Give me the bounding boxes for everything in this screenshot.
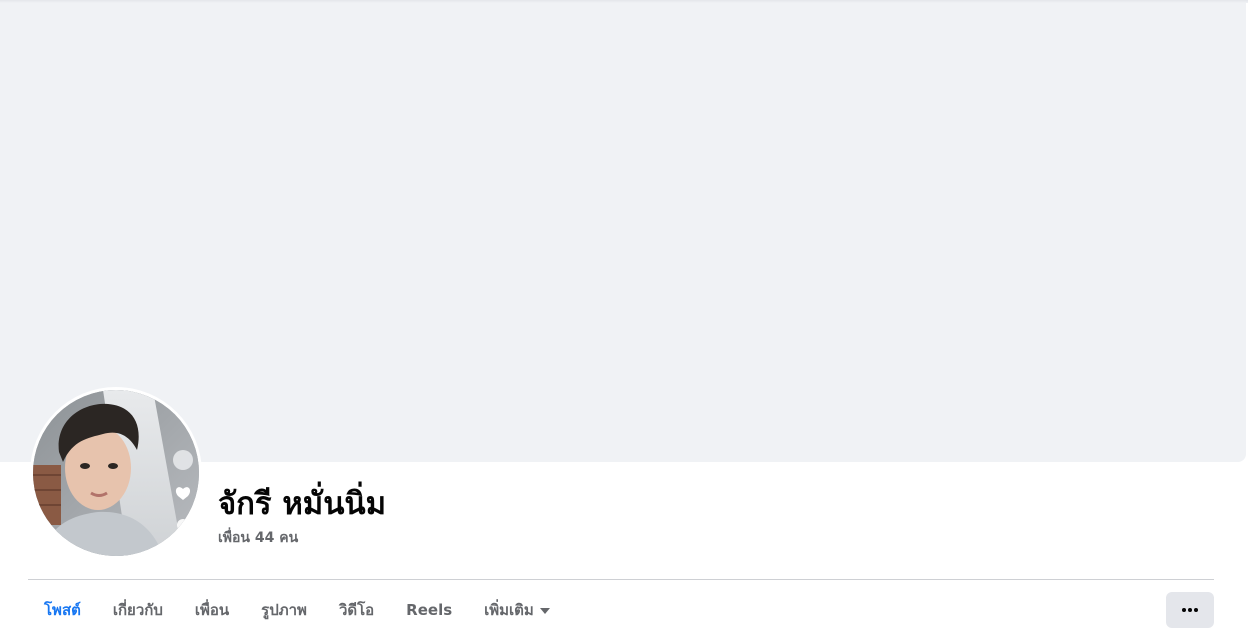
tab-label: รูปภาพ [261,601,307,619]
tab-label: โพสต์ [44,601,81,619]
avatar[interactable] [33,390,199,556]
tab-friends[interactable]: เพื่อน [179,588,245,632]
profile-page: จักรี หมั่นนิ่ม เพื่อน 44 คน โพสต์ เกี่ย… [0,0,1248,632]
more-options-button[interactable] [1166,592,1214,628]
cover-photo[interactable] [0,0,1246,462]
more-horizontal-icon [1182,608,1198,612]
profile-tabs: โพสต์ เกี่ยวกับ เพื่อน รูปภาพ วิดีโอ Ree… [28,588,566,632]
tab-posts[interactable]: โพสต์ [28,588,97,632]
caret-down-icon [539,608,550,614]
tabs-divider [28,579,1214,580]
tab-videos[interactable]: วิดีโอ [323,588,390,632]
tab-about[interactable]: เกี่ยวกับ [97,588,179,632]
friends-count[interactable]: เพื่อน 44 คน [218,528,298,548]
tab-more[interactable]: เพิ่มเติม [468,588,566,632]
tab-label: วิดีโอ [338,601,375,619]
tab-photos[interactable]: รูปภาพ [245,588,323,632]
avatar-photo [33,390,199,556]
cover-top-shadow [0,0,1248,3]
tab-label: เพิ่มเติม [484,601,534,619]
tab-reels[interactable]: Reels [390,588,468,632]
tab-label: เกี่ยวกับ [112,601,163,619]
tab-label: Reels [406,601,453,619]
tab-label: เพื่อน [194,601,230,619]
profile-name: จักรี หมั่นนิ่ม [218,486,387,522]
